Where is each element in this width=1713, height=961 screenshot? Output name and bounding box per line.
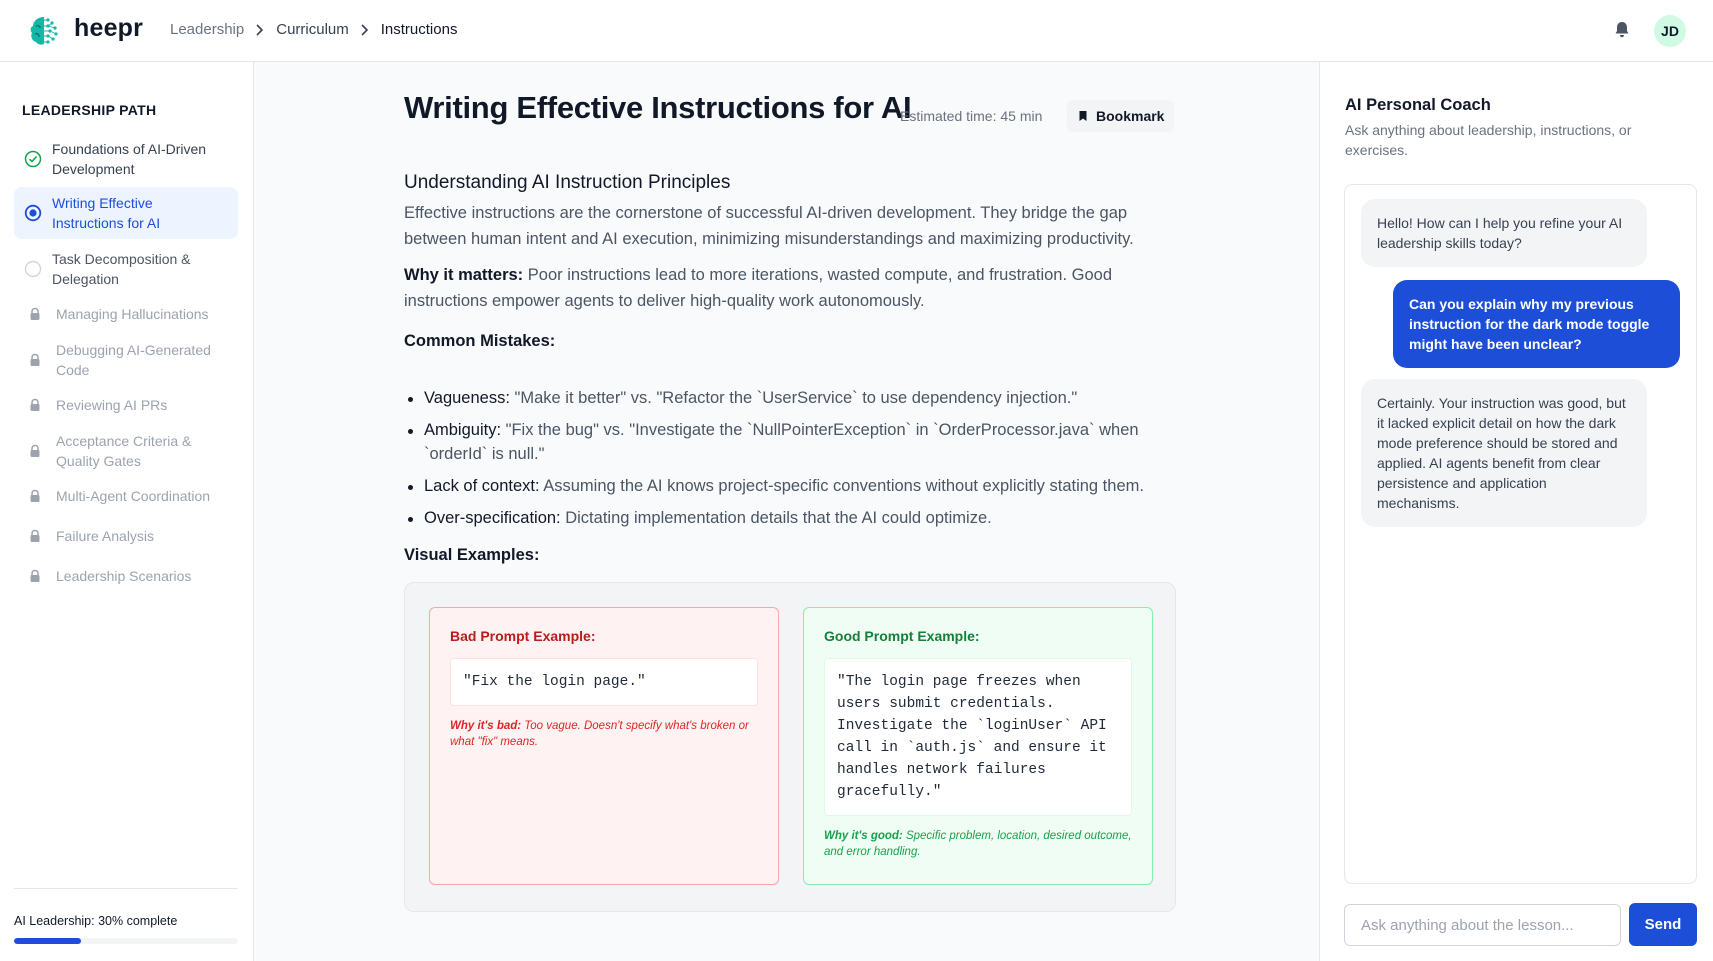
sidebar-item-label: Writing Effective Instructions for AI [52, 195, 161, 231]
sidebar-item-hallucinations[interactable]: Managing Hallucinations [14, 302, 238, 326]
lock-icon [30, 398, 40, 411]
sidebar-item-reviewing-prs[interactable]: Reviewing AI PRs [14, 393, 238, 417]
sidebar-item-acceptance-criteria[interactable]: Acceptance Criteria & Quality Gates [14, 430, 238, 472]
chat-window[interactable]: Hello! How can I help you refine your AI… [1344, 184, 1697, 884]
coach-subtitle: Ask anything about leadership, instructi… [1345, 122, 1632, 158]
top-header: heepr Leadership Curriculum Instructions… [0, 0, 1713, 62]
list-item: Ambiguity: "Fix the bug" vs. "Investigat… [404, 418, 1176, 466]
lock-icon [30, 529, 40, 542]
list-item: Vagueness: "Make it better" vs. "Refacto… [404, 386, 1176, 410]
sidebar-item-foundations[interactable]: Foundations of AI-Driven Development [14, 138, 238, 180]
lock-icon [30, 489, 40, 502]
sidebar-item-label: Leadership Scenarios [56, 568, 192, 584]
lock-icon [30, 444, 40, 457]
examples-panel: Bad Prompt Example: "Fix the login page.… [404, 582, 1176, 912]
list-item: Lack of context: Assuming the AI knows p… [404, 474, 1176, 498]
sidebar-item-multi-agent[interactable]: Multi-Agent Coordination [14, 484, 238, 508]
sidebar-item-leadership-scenarios[interactable]: Leadership Scenarios [14, 564, 238, 588]
assistant-message: Certainly. Your instruction was good, bu… [1361, 379, 1647, 527]
assistant-message: Hello! How can I help you refine your AI… [1361, 199, 1647, 267]
check-circle-icon [24, 150, 42, 168]
left-sidebar: LEADERSHIP PATH Foundations of AI-Driven… [0, 62, 254, 961]
chevron-right-icon [256, 23, 264, 36]
mistake-term: Ambiguity: [424, 421, 502, 439]
why-it-matters: Why it matters: Poor instructions lead t… [404, 262, 1176, 314]
mistake-term: Over-specification: [424, 509, 561, 527]
sidebar-divider [14, 888, 238, 889]
empty-circle-icon [24, 260, 42, 278]
mistake-text: Assuming the AI knows project-specific c… [539, 477, 1144, 495]
bookmark-button[interactable]: Bookmark [1067, 100, 1175, 132]
sidebar-item-label: Acceptance Criteria & Quality Gates [56, 433, 192, 469]
send-button[interactable]: Send [1629, 903, 1697, 946]
sidebar-item-label: Foundations of AI-Driven Development [52, 141, 207, 177]
page-title: Writing Effective Instructions for AI [404, 90, 912, 125]
sidebar-item-debugging[interactable]: Debugging AI-Generated Code [14, 339, 238, 381]
progress-bar [14, 938, 238, 944]
lock-icon [30, 307, 40, 320]
sidebar-item-label: Reviewing AI PRs [56, 397, 168, 413]
radio-dot-icon [24, 204, 42, 222]
mistakes-list: Vagueness: "Make it better" vs. "Refacto… [404, 386, 1176, 538]
good-example-title: Good Prompt Example: [824, 628, 980, 644]
chevron-right-icon [361, 23, 368, 36]
lesson-main: Writing Effective Instructions for AI Es… [254, 62, 1319, 961]
bad-example-why: Why it's bad: Too vague. Doesn't specify… [450, 718, 758, 750]
brand-name[interactable]: heepr [74, 14, 143, 43]
coach-panel: AI Personal Coach Ask anything about lea… [1319, 62, 1713, 961]
bad-example-code: "Fix the login page." [450, 658, 758, 706]
user-message: Can you explain why my previous instruct… [1393, 280, 1680, 368]
sidebar-item-label: Failure Analysis [56, 528, 155, 544]
good-example-why: Why it's good: Specific problem, locatio… [824, 828, 1132, 860]
estimated-time: Estimated time: 45 min [900, 108, 1043, 124]
breadcrumb-leadership[interactable]: Leadership [170, 21, 244, 38]
mistake-text: "Fix the bug" vs. "Investigate the `Null… [424, 421, 1139, 463]
why-good-label: Why it's good: [824, 830, 903, 842]
mistake-term: Vagueness: [424, 389, 510, 407]
bad-example-title: Bad Prompt Example: [450, 628, 596, 644]
brain-logo-icon[interactable] [28, 14, 62, 48]
why-bad-label: Why it's bad: [450, 720, 522, 732]
sidebar-title: LEADERSHIP PATH [22, 102, 157, 118]
mistake-text: Dictating implementation details that th… [560, 509, 992, 527]
sidebar-item-writing-instructions[interactable]: Writing Effective Instructions for AI [14, 187, 238, 239]
bell-icon[interactable] [1612, 20, 1632, 40]
bookmark-label: Bookmark [1096, 108, 1165, 124]
mistake-text: "Make it better" vs. "Refactor the `User… [509, 389, 1078, 407]
sidebar-item-label: Task Decomposition & Delegation [52, 251, 191, 287]
sidebar-item-task-decomposition[interactable]: Task Decomposition & Delegation [14, 248, 238, 290]
sidebar-item-label: Multi-Agent Coordination [56, 488, 211, 504]
breadcrumb-instructions: Instructions [380, 21, 458, 38]
progress-fill [14, 938, 82, 944]
why-it-matters-label: Why it matters: [404, 266, 524, 284]
mistake-term: Lack of context: [424, 477, 540, 495]
sidebar-item-label: Debugging AI-Generated Code [56, 342, 211, 378]
examples-title: Visual Examples: [404, 546, 540, 564]
section-title: Understanding AI Instruction Principles [404, 172, 731, 193]
good-example-code: "The login page freezes when users submi… [824, 658, 1132, 816]
breadcrumb-curriculum[interactable]: Curriculum [276, 21, 349, 38]
sidebar-item-label: Managing Hallucinations [56, 306, 209, 322]
bookmark-icon [1079, 111, 1087, 121]
good-example-card: Good Prompt Example: "The login page fre… [803, 607, 1153, 885]
chat-input[interactable] [1344, 904, 1621, 946]
progress-label: AI Leadership: 30% complete [14, 914, 178, 928]
coach-title: AI Personal Coach [1345, 96, 1491, 114]
intro-paragraph: Effective instructions are the cornersto… [404, 204, 1134, 248]
mistakes-title: Common Mistakes: [404, 332, 556, 350]
list-item: Over-specification: Dictating implementa… [404, 506, 1176, 530]
sidebar-item-failure-analysis[interactable]: Failure Analysis [14, 524, 238, 548]
bad-example-card: Bad Prompt Example: "Fix the login page.… [429, 607, 779, 885]
lock-icon [30, 569, 40, 582]
breadcrumb: Leadership Curriculum Instructions [170, 21, 457, 38]
lock-icon [30, 353, 40, 366]
user-avatar[interactable]: JD [1654, 15, 1686, 47]
